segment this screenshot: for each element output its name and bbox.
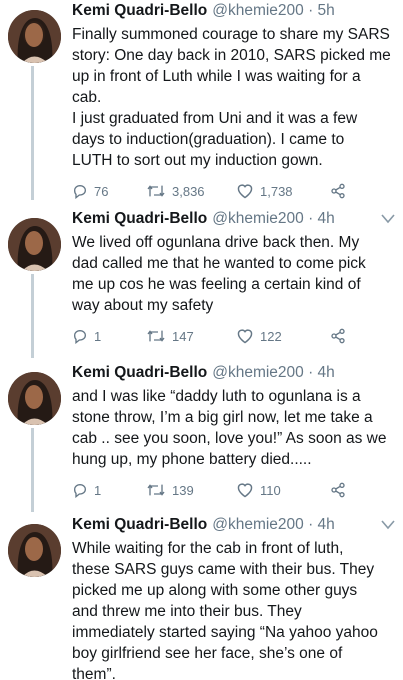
- tweet-header: Kemi Quadri-Bello @khemie200 · 4h: [72, 516, 397, 538]
- thread-connector: [31, 428, 34, 512]
- tweet-actions: 76 3,836 1,738: [72, 180, 397, 202]
- reply-button[interactable]: 1: [72, 328, 146, 344]
- tweet-text: and I was like “daddy luth to ogunlana i…: [72, 388, 387, 468]
- tweet-text: We lived off ogunlana drive back then. M…: [72, 234, 366, 314]
- reply-icon: [73, 184, 87, 199]
- reply-count: 76: [94, 183, 109, 199]
- author-handle-time[interactable]: @khemie200 · 5h: [212, 2, 335, 20]
- like-button[interactable]: 1,738: [236, 183, 330, 199]
- retweet-icon: [147, 185, 165, 197]
- thread-connector: [31, 274, 34, 358]
- author-handle-time[interactable]: @khemie200 · 4h: [212, 210, 335, 228]
- thread-connector: [31, 66, 34, 200]
- tweet-text: Finally summoned courage to share my SAR…: [72, 26, 391, 169]
- retweet-button[interactable]: 139: [146, 482, 236, 498]
- avatar[interactable]: [8, 218, 61, 271]
- like-icon: [237, 184, 253, 199]
- reply-button[interactable]: 76: [72, 183, 146, 199]
- reply-count: 1: [94, 482, 102, 498]
- reply-icon: [73, 329, 87, 344]
- retweet-icon: [147, 330, 165, 342]
- like-button[interactable]: 122: [236, 328, 330, 344]
- author-name[interactable]: Kemi Quadri-Bello: [72, 364, 207, 382]
- tweet-actions: 1 139 110: [72, 479, 397, 501]
- author-handle-time[interactable]: @khemie200 · 4h: [212, 516, 335, 534]
- reply-icon: [73, 483, 87, 498]
- tweet[interactable]: Kemi Quadri-Bello @khemie200 · 5h Finall…: [0, 0, 403, 200]
- tweet[interactable]: Kemi Quadri-Bello @khemie200 · 4h and I …: [0, 362, 403, 512]
- like-icon: [237, 483, 253, 498]
- like-count: 110: [260, 482, 281, 498]
- tweet-header: Kemi Quadri-Bello @khemie200 · 5h: [72, 2, 397, 24]
- avatar[interactable]: [8, 524, 61, 577]
- share-button[interactable]: [330, 328, 346, 344]
- retweet-count: 3,836: [172, 183, 205, 199]
- avatar[interactable]: [8, 10, 61, 63]
- author-name[interactable]: Kemi Quadri-Bello: [72, 2, 207, 20]
- tweet-thread: Kemi Quadri-Bello @khemie200 · 5h Finall…: [0, 0, 403, 680]
- tweet-header: Kemi Quadri-Bello @khemie200 · 4h: [72, 210, 397, 232]
- retweet-count: 139: [172, 482, 194, 498]
- tweet-text: While waiting for the cab in front of lu…: [72, 540, 378, 680]
- reply-count: 1: [94, 328, 102, 344]
- reply-button[interactable]: 1: [72, 482, 146, 498]
- author-name[interactable]: Kemi Quadri-Bello: [72, 516, 207, 534]
- tweet[interactable]: Kemi Quadri-Bello @khemie200 · 4h We liv…: [0, 208, 403, 358]
- author-handle-time[interactable]: @khemie200 · 4h: [212, 364, 335, 382]
- retweet-count: 147: [172, 328, 194, 344]
- retweet-icon: [147, 484, 165, 496]
- tweet[interactable]: Kemi Quadri-Bello @khemie200 · 4h While …: [0, 514, 403, 680]
- like-icon: [237, 329, 253, 344]
- share-icon: [331, 328, 345, 344]
- avatar[interactable]: [8, 372, 61, 425]
- retweet-button[interactable]: 3,836: [146, 183, 236, 199]
- tweet-header: Kemi Quadri-Bello @khemie200 · 4h: [72, 364, 397, 386]
- like-button[interactable]: 110: [236, 482, 330, 498]
- share-icon: [331, 482, 345, 498]
- retweet-button[interactable]: 147: [146, 328, 236, 344]
- tweet-actions: 1 147 122: [72, 325, 397, 347]
- share-icon: [331, 183, 345, 199]
- author-name[interactable]: Kemi Quadri-Bello: [72, 210, 207, 228]
- like-count: 122: [260, 328, 282, 344]
- share-button[interactable]: [330, 183, 346, 199]
- share-button[interactable]: [330, 482, 346, 498]
- like-count: 1,738: [260, 183, 293, 199]
